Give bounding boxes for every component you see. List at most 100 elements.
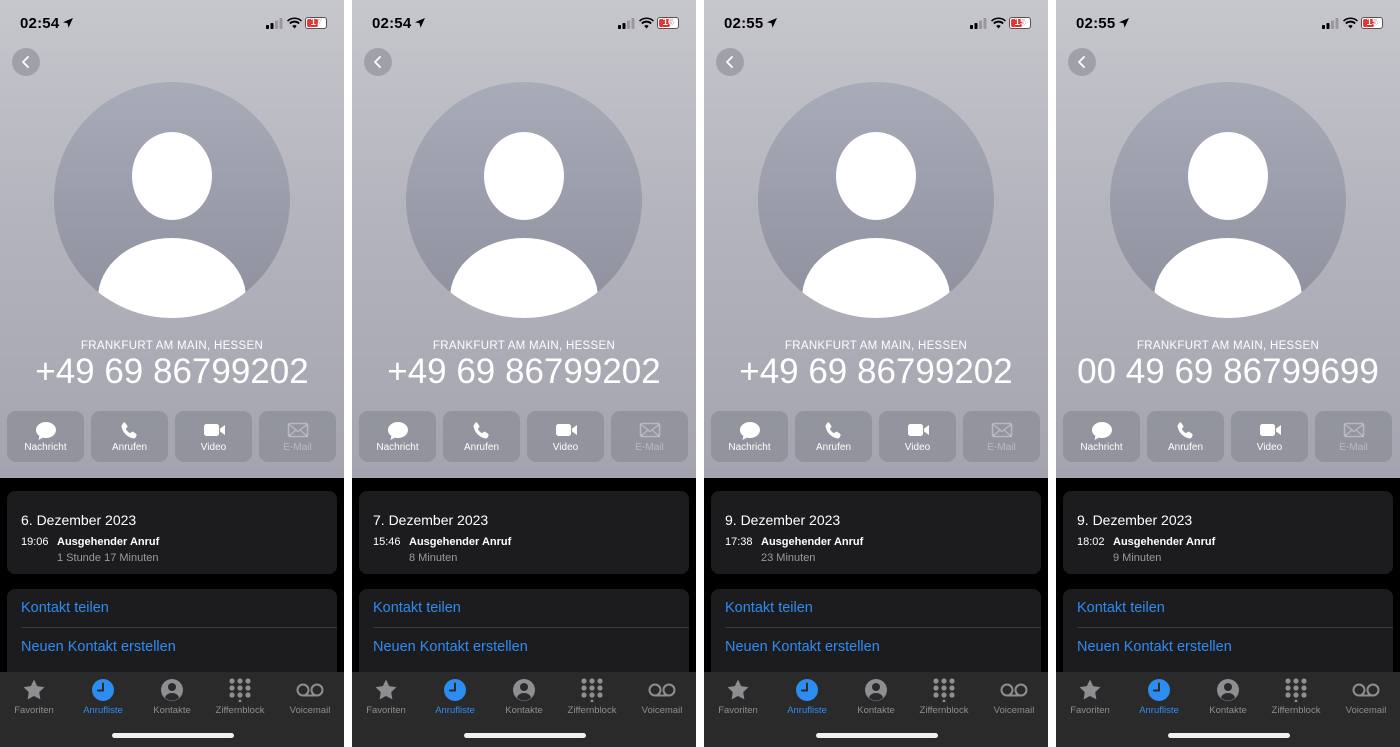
caller-location: FRANKFURT AM MAIN, HESSEN [1136,340,1320,352]
email-button: E-Mail [1315,411,1392,462]
email-button: E-Mail [611,411,688,462]
share-contact-link[interactable]: Kontakt teilen [1077,600,1165,616]
call-button[interactable]: Anrufen [795,411,872,462]
location-arrow-icon [767,18,777,28]
phone-screen-4: 02:55 15 FRANKFURT AM MAIN, HESSEN 00 49… [1056,0,1400,747]
tab-voicemail[interactable]: Voicemail [628,678,696,718]
action-label: Nachricht [376,442,419,453]
tab-recents[interactable]: Anrufliste [1125,678,1193,718]
tab-label: Favoriten [1070,705,1110,716]
contact-header: 02:54 16 FRANKFURT AM MAIN, HESSEN +49 6… [352,0,696,478]
phone-screen-3: 02:55 15 FRANKFURT AM MAIN, HESSEN +49 6… [704,0,1048,747]
call-button[interactable]: Anrufen [1147,411,1224,462]
tab-recents[interactable]: Anrufliste [421,678,489,718]
phone-number: 00 49 69 86799699 [1077,352,1379,391]
home-indicator[interactable] [1168,733,1290,738]
message-button[interactable]: Nachricht [1063,411,1140,462]
video-button[interactable]: Video [1231,411,1308,462]
tab-contacts[interactable]: Kontakte [842,678,910,718]
tab-keypad[interactable]: Ziffernblock [558,678,626,718]
cellular-signal-icon [618,18,635,29]
message-button[interactable]: Nachricht [359,411,436,462]
video-button[interactable]: Video [175,411,252,462]
share-contact-link[interactable]: Kontakt teilen [373,600,461,616]
create-contact-link[interactable]: Neuen Kontakt erstellen [373,639,528,655]
tab-voicemail[interactable]: Voicemail [980,678,1048,718]
contact-header: 02:55 15 FRANKFURT AM MAIN, HESSEN 00 49… [1056,0,1400,478]
tab-label: Favoriten [14,705,54,716]
caller-location: FRANKFURT AM MAIN, HESSEN [432,340,616,352]
tab-voicemail[interactable]: Voicemail [276,678,344,718]
tab-keypad[interactable]: Ziffernblock [206,678,274,718]
wifi-icon [1343,17,1358,29]
tab-label: Kontakte [153,705,191,716]
battery-level: 17 [310,17,322,28]
call-duration: 8 Minuten [409,552,458,564]
tab-recents[interactable]: Anrufliste [773,678,841,718]
tab-label: Kontakte [1209,705,1247,716]
home-indicator[interactable] [112,733,234,738]
tab-favorites[interactable]: Favoriten [704,678,772,718]
tab-label: Kontakte [505,705,543,716]
video-button[interactable]: Video [879,411,956,462]
back-button[interactable] [716,48,744,76]
tab-favorites[interactable]: Favoriten [352,678,420,718]
create-contact-link[interactable]: Neuen Kontakt erstellen [725,639,880,655]
call-type: Ausgehender Anruf [409,536,512,548]
tab-recents[interactable]: Anrufliste [69,678,137,718]
divider [21,627,337,628]
tab-keypad[interactable]: Ziffernblock [910,678,978,718]
tab-label: Voicemail [289,705,331,716]
message-button[interactable]: Nachricht [7,411,84,462]
back-button[interactable] [12,48,40,76]
battery-level: 15 [1366,17,1378,28]
create-contact-link[interactable]: Neuen Kontakt erstellen [1077,639,1232,655]
tab-label: Anrufliste [1139,705,1179,716]
contact-options-card: Kontakt teilen Neuen Kontakt erstellen [1063,589,1393,679]
tab-label: Kontakte [857,705,895,716]
tab-contacts[interactable]: Kontakte [138,678,206,718]
phone-number: +49 69 86799202 [35,352,309,391]
home-indicator[interactable] [464,733,586,738]
battery-level: 15 [1014,17,1026,28]
share-contact-link[interactable]: Kontakt teilen [725,600,813,616]
action-label: E-Mail [635,442,664,453]
action-label: Anrufen [1167,442,1204,453]
tab-label: Anrufliste [435,705,475,716]
tab-voicemail[interactable]: Voicemail [1332,678,1400,718]
wifi-icon [639,17,654,29]
action-label: Nachricht [728,442,771,453]
back-button[interactable] [364,48,392,76]
phone-number: +49 69 86799202 [739,352,1013,391]
tab-label: Favoriten [366,705,406,716]
contact-options-card: Kontakt teilen Neuen Kontakt erstellen [359,589,689,679]
video-button[interactable]: Video [527,411,604,462]
action-label: Nachricht [1080,442,1123,453]
tab-keypad[interactable]: Ziffernblock [1262,678,1330,718]
call-date: 9. Dezember 2023 [1077,512,1193,528]
contact-header: 02:55 15 FRANKFURT AM MAIN, HESSEN +49 6… [704,0,1048,478]
action-label: Anrufen [815,442,852,453]
call-date: 7. Dezember 2023 [373,512,489,528]
tab-label: Voicemail [641,705,683,716]
tab-contacts[interactable]: Kontakte [1194,678,1262,718]
home-indicator[interactable] [816,733,938,738]
chevron-left-icon [22,56,29,68]
action-label: Nachricht [24,442,67,453]
call-time: 19:06 [21,536,49,548]
wifi-icon [287,17,302,29]
tab-favorites[interactable]: Favoriten [1056,678,1124,718]
contact-actions: Nachricht Anrufen Video E-Mail [711,411,1041,463]
call-button[interactable]: Anrufen [91,411,168,462]
share-contact-link[interactable]: Kontakt teilen [21,600,109,616]
call-button[interactable]: Anrufen [443,411,520,462]
create-contact-link[interactable]: Neuen Kontakt erstellen [21,639,176,655]
chevron-left-icon [374,56,381,68]
phone-screen-2: 02:54 16 FRANKFURT AM MAIN, HESSEN +49 6… [352,0,696,747]
call-date: 6. Dezember 2023 [21,512,137,528]
tab-contacts[interactable]: Kontakte [490,678,558,718]
phone-number: +49 69 86799202 [387,352,661,391]
back-button[interactable] [1068,48,1096,76]
tab-favorites[interactable]: Favoriten [0,678,68,718]
message-button[interactable]: Nachricht [711,411,788,462]
